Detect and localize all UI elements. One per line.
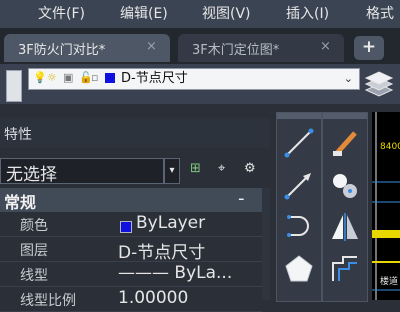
- property-row-layer[interactable]: 图层 D-节点尺寸: [0, 237, 262, 263]
- drawing-label: 楼道: [380, 277, 399, 287]
- palette-grip[interactable]: [323, 113, 367, 119]
- dimension-text: 8400: [380, 142, 400, 152]
- property-value: ——— ByLa...: [118, 263, 233, 283]
- lightbulb-icon: 💡: [33, 71, 47, 84]
- property-value: 1.00000: [118, 288, 189, 308]
- plot-icon: ▫: [91, 71, 99, 84]
- tab-3f-wood-door[interactable]: 3F木门定位图* ×: [178, 34, 344, 62]
- toggle-pickadd-icon[interactable]: ⊞: [190, 161, 201, 176]
- menu-insert[interactable]: 插入(I): [286, 4, 329, 24]
- properties-title: 特性: [4, 127, 32, 143]
- ray-tool-icon[interactable]: [283, 169, 315, 201]
- property-key: 线型: [20, 268, 48, 284]
- viewport-freeze-icon: ▣: [63, 71, 74, 84]
- modify-tool-palette: [322, 112, 368, 302]
- drawing-lines: [372, 112, 400, 300]
- erase-tool-icon[interactable]: [329, 127, 361, 159]
- layer-dropdown[interactable]: 💡 ☼ ▣ 🔓 ▫ D-节点尺寸 ⌄: [28, 68, 360, 90]
- properties-scrollbar[interactable]: [262, 188, 270, 300]
- chevron-down-icon[interactable]: ⌄: [344, 69, 353, 88]
- collapse-icon[interactable]: -: [238, 188, 245, 209]
- polygon-tool-icon[interactable]: [283, 253, 315, 285]
- select-objects-icon[interactable]: ⌖: [218, 161, 225, 176]
- selection-value: 无选择: [6, 165, 57, 185]
- new-tab-button[interactable]: +: [354, 36, 384, 60]
- line-tool-icon[interactable]: [283, 127, 315, 159]
- layer-stack-icon[interactable]: [362, 70, 396, 100]
- copy-tool-icon[interactable]: [329, 169, 361, 201]
- section-title: 常规: [4, 193, 37, 212]
- sun-icon: ☼: [47, 71, 57, 84]
- offset-tool-icon[interactable]: [329, 253, 361, 285]
- close-icon[interactable]: ×: [320, 39, 331, 54]
- property-key: 线型比例: [20, 293, 76, 309]
- property-value: ByLayer: [136, 213, 206, 233]
- menu-format[interactable]: 格式: [366, 4, 394, 24]
- current-layer-name: D-节点尺寸: [121, 71, 188, 86]
- property-key: 颜色: [20, 218, 48, 234]
- quick-select-icon[interactable]: ⚙: [244, 161, 256, 176]
- menu-file[interactable]: 文件(F): [38, 4, 85, 24]
- property-key: 图层: [20, 243, 48, 259]
- property-row-linetype[interactable]: 线型 ——— ByLa...: [0, 262, 262, 287]
- document-tab-bar: 3F防火门对比* × 3F木门定位图* × +: [0, 28, 400, 64]
- tab-3f-fire-door[interactable]: 3F防火门对比* ×: [4, 34, 170, 62]
- chevron-down-icon[interactable]: ▾: [164, 158, 180, 184]
- color-swatch: [120, 221, 132, 233]
- drawing-canvas[interactable]: 8400 楼道: [372, 112, 400, 300]
- general-section-header[interactable]: [0, 188, 262, 212]
- mirror-tool-icon[interactable]: [329, 211, 361, 243]
- menu-edit[interactable]: 编辑(E): [120, 4, 168, 24]
- tab-label: 3F防火门对比*: [18, 43, 106, 58]
- close-icon[interactable]: ×: [146, 39, 157, 54]
- menu-bar: 文件(F) 编辑(E) 视图(V) 插入(I) 格式: [0, 0, 400, 28]
- polyline-arc-tool-icon[interactable]: [283, 211, 315, 243]
- properties-header: [0, 118, 270, 148]
- property-value: D-节点尺寸: [118, 243, 206, 263]
- layer-properties-icon[interactable]: [6, 70, 22, 102]
- menu-view[interactable]: 视图(V): [202, 4, 251, 24]
- tab-label: 3F木门定位图*: [192, 43, 280, 58]
- draw-tool-palette: [276, 112, 322, 302]
- palette-grip[interactable]: [277, 113, 321, 119]
- layer-color-swatch: [105, 73, 115, 83]
